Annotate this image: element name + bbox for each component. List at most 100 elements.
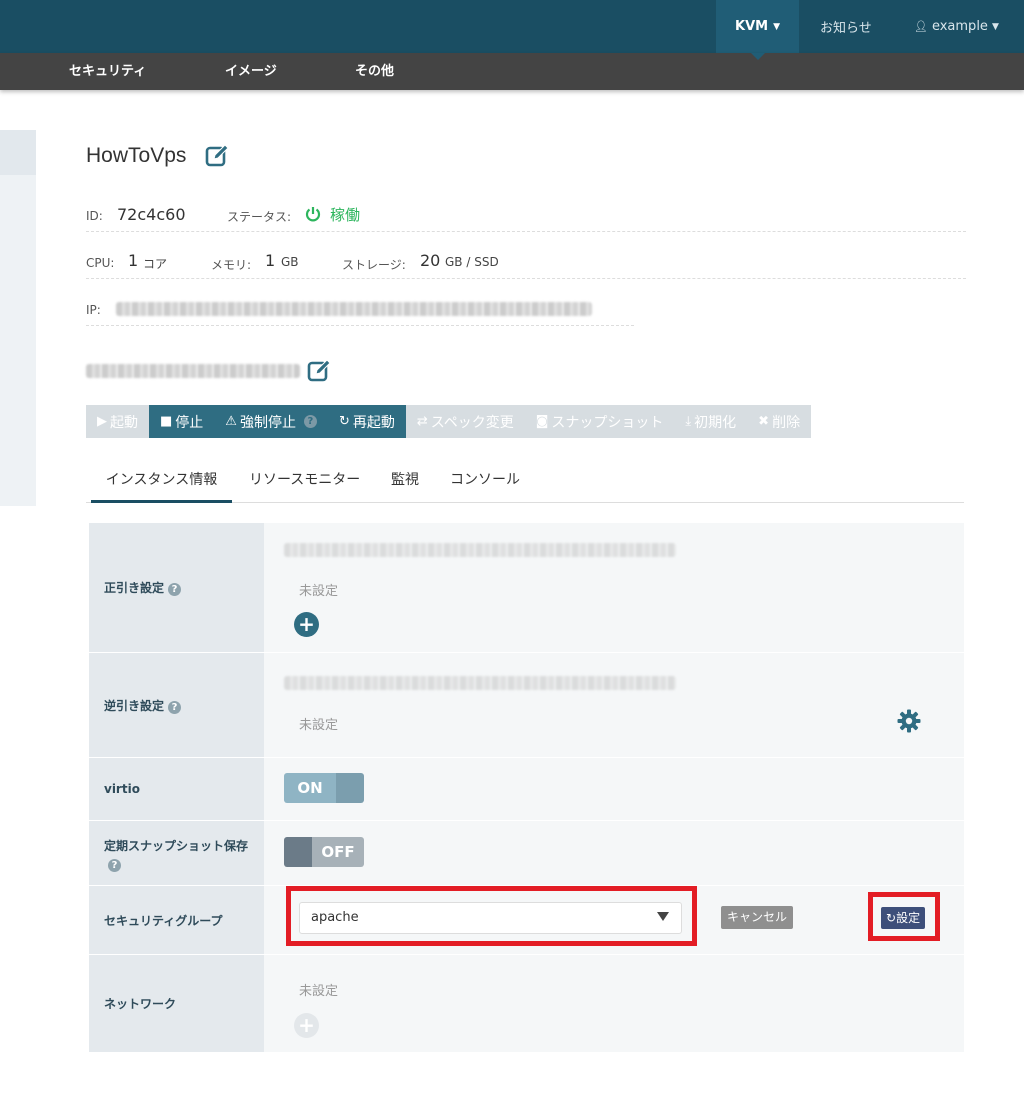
server-action-toolbar: ▶ 起動 ■ 停止 ⚠ 強制停止? ↻ 再起動 ⇄ スペック変更 ◙ スナップショット ⤓ 初… xyxy=(86,405,812,438)
active-menu-pointer xyxy=(751,53,765,60)
restart-label: 再起動 xyxy=(352,414,395,431)
row-value: OFF xyxy=(264,821,964,885)
restart-button[interactable]: ↻ 再起動 xyxy=(327,405,406,438)
spec-change-button[interactable]: ⇄ スペック変更 xyxy=(405,405,525,438)
start-button[interactable]: ▶ 起動 xyxy=(86,405,149,438)
server-description-redacted xyxy=(86,364,300,378)
cpu-value: 1 xyxy=(128,251,139,270)
row-key: セキュリティグループ xyxy=(89,886,264,954)
status-value: 稼働 xyxy=(330,206,361,224)
reverse-dns-label-text: 逆引き設定 xyxy=(104,699,165,713)
security-group-cancel-button[interactable]: キャンセル xyxy=(721,906,794,929)
delete-button[interactable]: ✖ 削除 xyxy=(747,405,812,438)
scheduled-snapshot-label-text: 定期スナップショット保存 xyxy=(104,839,249,853)
stop-label: 停止 xyxy=(175,414,204,431)
initialize-label: 初期化 xyxy=(694,414,737,431)
help-icon[interactable]: ? xyxy=(303,415,317,428)
row-key: ネットワーク xyxy=(89,955,264,1052)
ip-label: IP: xyxy=(86,303,101,317)
info-row-ip: IP: xyxy=(86,292,634,326)
table-row-virtio: virtio ON xyxy=(89,758,964,821)
tab-monitoring[interactable]: 監視 xyxy=(385,460,425,503)
ip-address-redacted xyxy=(116,302,592,316)
server-name: HowToVps xyxy=(86,144,187,167)
edit-name-icon[interactable] xyxy=(205,144,229,168)
storage-unit: GB / SSD xyxy=(445,255,499,269)
subnav-item-image[interactable]: イメージ xyxy=(225,53,277,90)
scheduled-snapshot-toggle[interactable]: OFF xyxy=(284,837,364,867)
add-forward-dns-icon[interactable]: + xyxy=(294,612,319,637)
edit-description-icon[interactable] xyxy=(307,359,331,383)
kvm-menu-label: KVM xyxy=(735,19,769,34)
user-name: example xyxy=(931,19,988,34)
row-value: 未設定 + xyxy=(264,955,964,1052)
row-key: 逆引き設定? xyxy=(89,653,264,757)
memory-label: メモリ: xyxy=(211,258,252,272)
info-row-id: ID: 72c4c60 ステータス: 稼働 xyxy=(86,196,966,232)
news-label: お知らせ xyxy=(820,21,872,36)
side-panel-header xyxy=(0,130,36,175)
row-key: 定期スナップショット保存? xyxy=(89,821,264,885)
help-icon[interactable]: ? xyxy=(168,583,182,596)
news-link[interactable]: お知らせ xyxy=(820,0,872,53)
row-key: virtio xyxy=(89,758,264,820)
exchange-icon: ⇄ xyxy=(416,414,428,429)
toggle-knob xyxy=(284,837,312,867)
forward-dns-value: 未設定 xyxy=(299,584,339,599)
subnav-item-security[interactable]: セキュリティ xyxy=(69,53,146,90)
security-group-label: セキュリティグループ xyxy=(104,914,223,928)
snapshot-label: スナップショット xyxy=(551,414,664,431)
help-icon[interactable]: ? xyxy=(108,859,121,872)
memory-value: 1 xyxy=(265,251,276,270)
status-label: ステータス: xyxy=(227,210,292,224)
id-label: ID: xyxy=(86,209,103,223)
spec-change-label: スペック変更 xyxy=(430,414,514,431)
kvm-menu[interactable]: KVM ▼ xyxy=(716,0,799,53)
id-value: 72c4c60 xyxy=(117,205,186,224)
virtio-toggle[interactable]: ON xyxy=(284,773,364,803)
forward-dns-label-text: 正引き設定 xyxy=(104,581,165,595)
forward-dns-ip-redacted xyxy=(284,543,676,557)
gear-icon[interactable] xyxy=(897,709,921,733)
scheduled-snapshot-label: 定期スナップショット保存? xyxy=(104,837,264,873)
force-stop-label: 強制停止 xyxy=(239,414,296,431)
highlight-box-select xyxy=(286,886,697,946)
power-icon xyxy=(305,207,321,222)
info-row-spec: CPU: 1 コア メモリ: 1 GB ストレージ: 20 GB / SSD xyxy=(86,244,966,279)
cpu-label: CPU: xyxy=(86,256,115,270)
table-row-forward-dns: 正引き設定? 未設定 + xyxy=(89,523,964,653)
tab-instance-info[interactable]: インスタンス情報 xyxy=(91,460,232,503)
force-stop-button[interactable]: ⚠ 強制停止? xyxy=(214,405,328,438)
row-value: 未設定 + xyxy=(264,523,964,652)
stop-button[interactable]: ■ 停止 xyxy=(149,405,215,438)
play-icon: ▶ xyxy=(97,414,107,429)
help-icon[interactable]: ? xyxy=(168,701,182,714)
side-panel xyxy=(0,130,36,506)
camera-icon: ◙ xyxy=(535,414,549,429)
cpu-unit: コア xyxy=(143,257,168,271)
toggle-on-label: ON xyxy=(284,773,336,803)
delete-label: 削除 xyxy=(772,414,801,431)
stop-icon: ■ xyxy=(160,414,173,429)
initialize-button[interactable]: ⤓ 初期化 xyxy=(674,405,748,438)
tab-console[interactable]: コンソール xyxy=(444,460,526,503)
download-icon: ⤓ xyxy=(685,414,692,429)
toggle-off-label: OFF xyxy=(312,837,364,867)
chevron-down-icon: ▼ xyxy=(991,21,999,32)
virtio-label: virtio xyxy=(104,782,140,796)
user-menu[interactable]: 👤︎ example ▼ xyxy=(914,0,999,53)
top-navbar: KVM ▼ お知らせ 👤︎ example ▼ xyxy=(0,0,1024,60)
table-row-network: ネットワーク 未設定 + xyxy=(89,955,964,1053)
reverse-dns-label: 逆引き設定? xyxy=(104,697,182,714)
snapshot-button[interactable]: ◙ スナップショット xyxy=(524,405,675,438)
tab-resource-monitor[interactable]: リソースモニター xyxy=(243,460,366,503)
subnav-item-other[interactable]: その他 xyxy=(355,53,394,90)
reverse-dns-ip-redacted xyxy=(284,676,676,690)
row-value: 未設定 xyxy=(264,653,964,757)
add-network-icon[interactable]: + xyxy=(294,1013,319,1038)
detail-tabs: インスタンス情報 リソースモニター 監視 コンソール xyxy=(86,460,964,503)
forward-dns-label: 正引き設定? xyxy=(104,579,182,596)
memory-unit: GB xyxy=(281,255,299,269)
refresh-icon: ↻ xyxy=(338,414,350,429)
network-label: ネットワーク xyxy=(104,997,177,1011)
